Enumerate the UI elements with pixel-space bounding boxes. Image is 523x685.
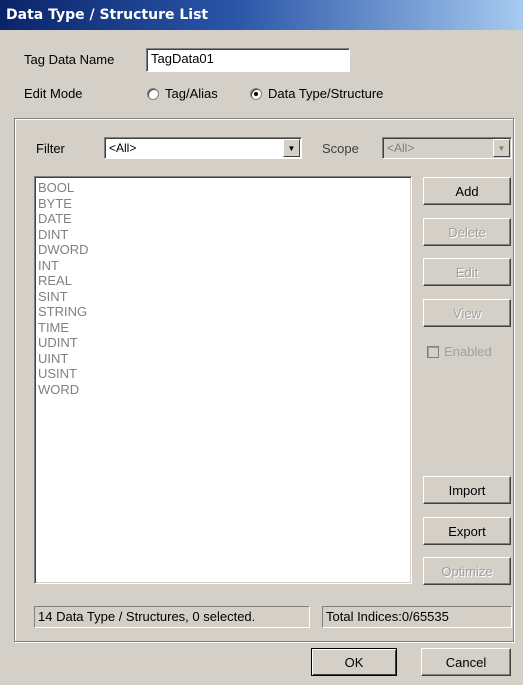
radio-data-type-structure-label: Data Type/Structure	[268, 86, 384, 101]
enabled-checkbox-box[interactable]	[427, 345, 439, 358]
radio-tag-alias[interactable]: Tag/Alias	[147, 86, 218, 101]
radio-data-type-structure[interactable]: Data Type/Structure	[250, 86, 383, 101]
tag-data-name-input[interactable]: TagData01	[146, 48, 350, 72]
list-item[interactable]: DATE	[38, 211, 411, 227]
list-item[interactable]: WORD	[38, 382, 411, 398]
radio-data-type-structure-indicator[interactable]	[250, 87, 262, 100]
ok-button[interactable]: OK	[311, 648, 397, 676]
tag-data-name-label: Tag Data Name	[24, 52, 115, 67]
chevron-down-icon[interactable]: ▼	[283, 139, 300, 157]
cancel-button[interactable]: Cancel	[421, 648, 511, 676]
scope-dropdown[interactable]: <All> ▼	[382, 137, 512, 159]
list-item[interactable]: BYTE	[38, 196, 411, 212]
selection-status: 14 Data Type / Structures, 0 selected.	[34, 606, 310, 628]
import-button[interactable]: Import	[423, 476, 511, 504]
scope-value: <All>	[387, 141, 415, 155]
radio-tag-alias-label: Tag/Alias	[165, 86, 218, 101]
list-item[interactable]: INT	[38, 258, 411, 274]
edit-button[interactable]: Edit	[423, 258, 511, 286]
optimize-button[interactable]: Optimize	[423, 557, 511, 585]
export-button[interactable]: Export	[423, 517, 511, 545]
list-item[interactable]: STRING	[38, 304, 411, 320]
list-item[interactable]: DINT	[38, 227, 411, 243]
list-item[interactable]: TIME	[38, 320, 411, 336]
filter-value: <All>	[109, 141, 137, 155]
indices-status: Total Indices:0/65535	[322, 606, 512, 628]
window-title: Data Type / Structure List	[0, 0, 523, 30]
filter-dropdown[interactable]: <All> ▼	[104, 137, 302, 159]
list-item[interactable]: BOOL	[38, 180, 411, 196]
list-item[interactable]: REAL	[38, 273, 411, 289]
list-item[interactable]: UDINT	[38, 335, 411, 351]
filter-label: Filter	[36, 141, 65, 156]
edit-mode-label: Edit Mode	[24, 86, 83, 101]
add-button[interactable]: Add	[423, 177, 511, 205]
list-item[interactable]: SINT	[38, 289, 411, 305]
enabled-checkbox-label: Enabled	[444, 344, 492, 359]
view-button[interactable]: View	[423, 299, 511, 327]
delete-button[interactable]: Delete	[423, 218, 511, 246]
radio-tag-alias-indicator[interactable]	[147, 87, 159, 100]
list-item[interactable]: DWORD	[38, 242, 411, 258]
chevron-down-icon[interactable]: ▼	[493, 139, 510, 157]
list-item[interactable]: USINT	[38, 366, 411, 382]
list-item[interactable]: UINT	[38, 351, 411, 367]
scope-label: Scope	[322, 141, 359, 156]
data-type-list[interactable]: BOOL BYTE DATE DINT DWORD INT REAL SINT …	[34, 176, 412, 584]
enabled-checkbox[interactable]: Enabled	[427, 344, 492, 359]
tag-data-name-value: TagData01	[151, 51, 214, 66]
